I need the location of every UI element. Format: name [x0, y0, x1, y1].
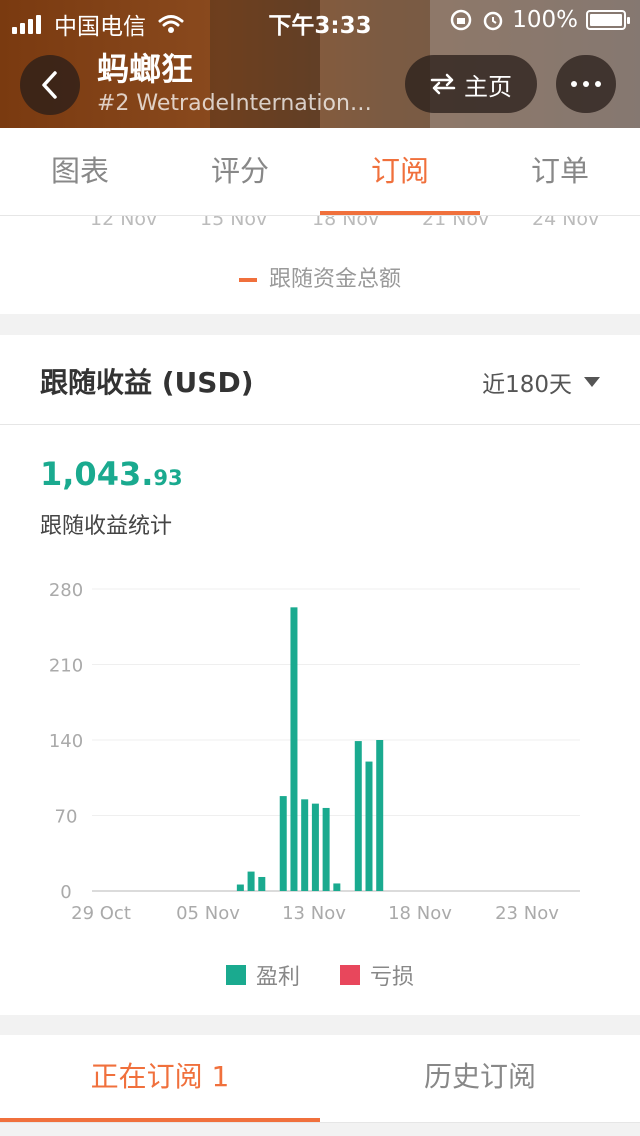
battery-percent: 100% [512, 7, 578, 33]
bar[interactable] [322, 807, 330, 891]
x-tick-label: 05 Nov [176, 903, 240, 924]
bar[interactable] [247, 871, 255, 891]
x-tick-label: 18 Nov [312, 216, 380, 230]
rotation-lock-icon [450, 9, 472, 31]
earnings-total-integer: 1,043. [40, 455, 154, 493]
tab-subscription[interactable]: 订阅 [320, 128, 480, 215]
alarm-icon [483, 11, 503, 31]
x-tick-label: 29 Oct [71, 903, 131, 924]
tab-orders[interactable]: 订单 [480, 128, 640, 215]
x-tick-label: 21 Nov [422, 216, 490, 230]
follow-funds-legend: 跟随资金总额 [0, 261, 640, 293]
tab-rating[interactable]: 评分 [160, 128, 320, 215]
y-tick-label: 280 [49, 580, 83, 601]
tab-current-subscriptions[interactable]: 正在订阅 1 [0, 1035, 320, 1122]
follow-funds-card: 12 Nov 15 Nov 18 Nov 21 Nov 24 Nov 跟随资金总… [0, 216, 640, 314]
page-subtitle: #2 WetradeInternation… [97, 91, 372, 116]
bar[interactable] [376, 740, 384, 891]
battery-icon [586, 10, 630, 30]
tab-chart[interactable]: 图表 [0, 128, 160, 215]
legend-line-swatch [238, 278, 257, 282]
x-tick-label: 15 Nov [200, 216, 268, 230]
tab-history-subscriptions[interactable]: 历史订阅 [320, 1035, 640, 1122]
legend-item-profit[interactable]: 盈利 [225, 959, 300, 991]
earnings-subtitle: 跟随收益统计 [40, 514, 173, 539]
bar[interactable] [290, 607, 298, 891]
chevron-left-icon [42, 71, 57, 99]
legend-swatch-loss [340, 965, 360, 985]
home-button-label: 主页 [464, 72, 512, 101]
x-tick-label: 18 Nov [388, 903, 452, 924]
legend-label-profit: 盈利 [255, 965, 300, 990]
x-tick-label: 23 Nov [495, 903, 559, 924]
earnings-total-decimal: 93 [153, 466, 183, 490]
subscription-tabs: 正在订阅 1 历史订阅 [0, 1035, 640, 1123]
legend-item-loss[interactable]: 亏损 [340, 959, 414, 991]
x-tick-label: 13 Nov [282, 903, 346, 924]
bar[interactable] [301, 799, 309, 891]
period-selector[interactable]: 近180天 [482, 365, 600, 399]
earnings-title: 跟随收益 (USD) [40, 366, 254, 399]
legend-label-loss: 亏损 [370, 965, 415, 990]
period-label: 近180天 [482, 372, 572, 398]
y-tick-label: 210 [49, 656, 83, 677]
bar[interactable] [354, 741, 362, 891]
earnings-header: 跟随收益 (USD) 近180天 [0, 335, 640, 425]
caret-down-icon [584, 377, 600, 387]
home-button[interactable]: 主页 [405, 55, 537, 113]
more-icon [568, 81, 604, 87]
y-tick-label: 0 [60, 882, 71, 903]
y-tick-label: 70 [55, 807, 78, 828]
more-button[interactable] [556, 55, 616, 113]
back-button[interactable] [20, 55, 80, 115]
follow-earnings-card: 跟随收益 (USD) 近180天 1,043.93 跟随收益统计 0 70 140 2… [0, 335, 640, 1015]
bar[interactable] [311, 803, 319, 891]
earnings-total: 1,043.93 [40, 455, 183, 493]
swap-icon [430, 73, 456, 95]
bar[interactable] [333, 883, 341, 891]
legend-label: 跟随资金总额 [268, 267, 401, 292]
bar[interactable] [236, 884, 244, 891]
x-tick-label: 24 Nov [532, 216, 600, 230]
y-tick-label: 140 [49, 731, 83, 752]
legend-swatch-profit [225, 965, 246, 985]
page-title: 蚂螂狂 [97, 50, 194, 88]
status-bar: 中国电信 下午3:33 100% [0, 0, 640, 40]
tab-bar: 图表 评分 订阅 订单 [0, 128, 640, 216]
chart-legend: 盈利 亏损 [0, 959, 640, 991]
x-tick-label: 12 Nov [90, 216, 158, 230]
earnings-bar-chart: 0 70 140 210 280 29 Oct 05 Nov 13 Nov 18 Nov 23 … [49, 580, 580, 924]
bar[interactable] [258, 876, 266, 891]
bar[interactable] [365, 761, 373, 891]
bar[interactable] [279, 796, 287, 891]
app-header: 中国电信 下午3:33 100% 蚂螂狂 #2 WetradeInternati… [0, 0, 640, 128]
